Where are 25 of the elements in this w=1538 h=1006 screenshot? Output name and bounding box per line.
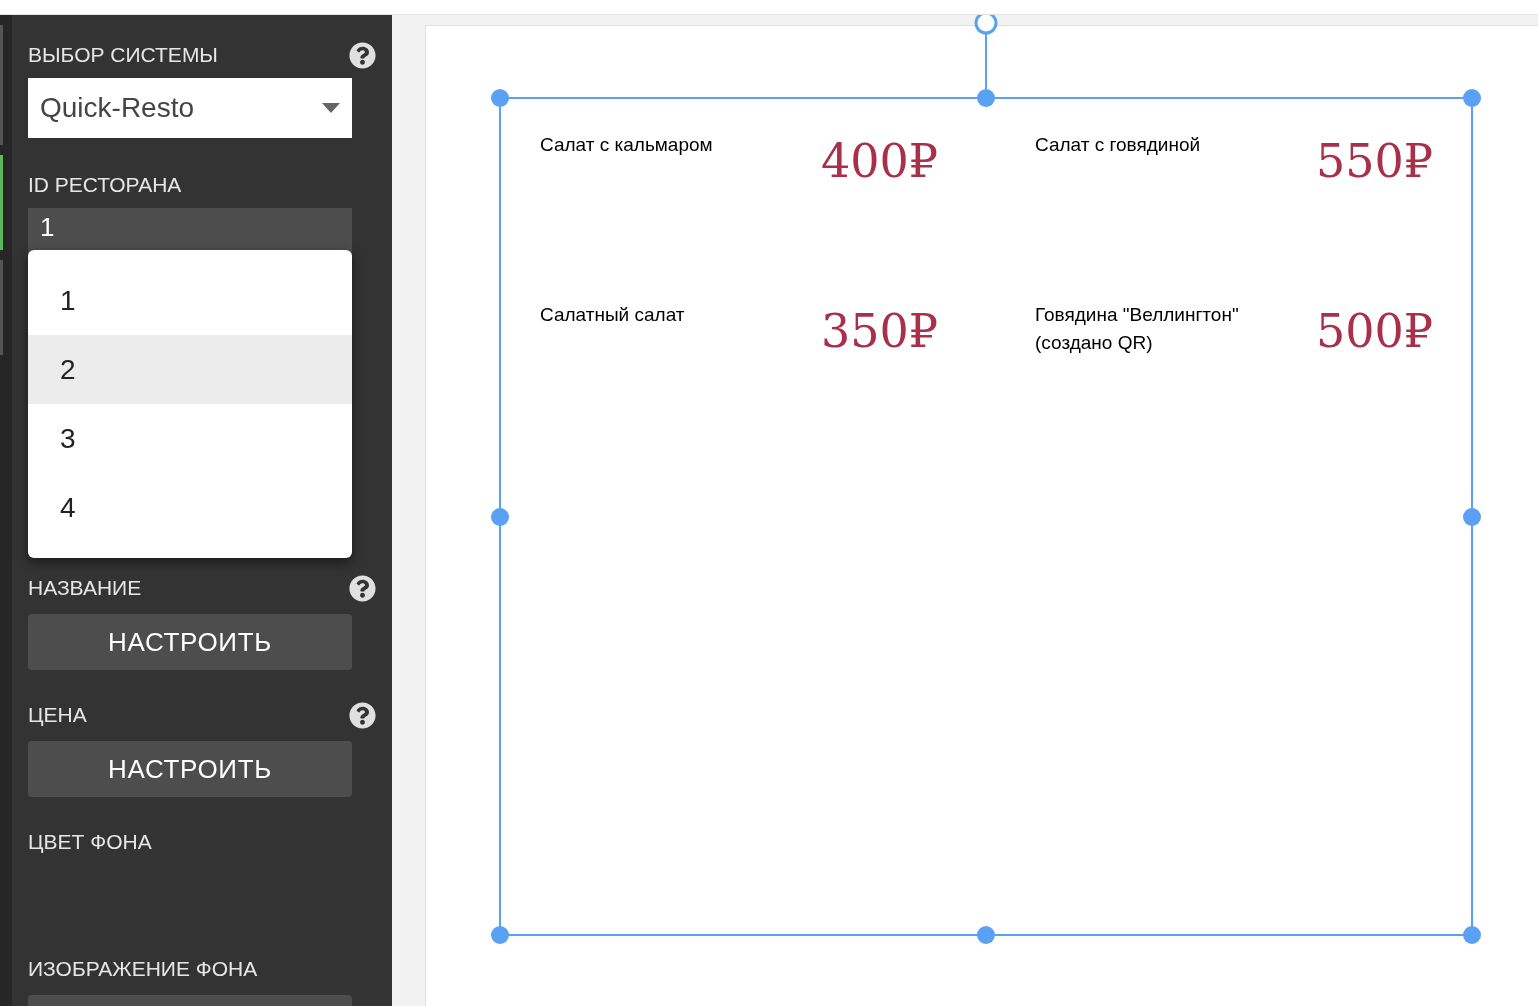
item-price: 400₽	[820, 133, 938, 190]
help-icon[interactable]	[349, 574, 376, 602]
configure-button[interactable]: НАСТРОИТЬ	[28, 614, 352, 670]
configure-button[interactable]: НАСТРОИТЬ	[28, 741, 352, 797]
item-price: 550₽	[1315, 133, 1433, 190]
system-select[interactable]: Quick-Resto	[28, 78, 352, 138]
item-name: Говядина "Веллингтон" (создано QR)	[1035, 303, 1240, 355]
help-icon[interactable]	[349, 701, 376, 729]
section-label: ВЫБОР СИСТЕМЫ	[28, 42, 218, 69]
section-label: ЦВЕТ ФОНА	[28, 829, 152, 856]
item-price: 500₽	[1315, 303, 1433, 360]
help-icon[interactable]	[349, 41, 376, 69]
item-name: Салатный салат	[540, 303, 686, 327]
dropdown-option[interactable]: 4	[28, 473, 352, 542]
section-label: ЦЕНА	[28, 702, 87, 729]
item-name: Салат с кальмаром	[540, 133, 714, 157]
item-name: Салат с говядиной	[1035, 133, 1202, 157]
caret-icon	[322, 103, 340, 113]
section-label: ИЗОБРАЖЕНИЕ ФОНА	[28, 956, 258, 983]
dropdown-option[interactable]: 3	[28, 404, 352, 473]
section-label: НАЗВАНИЕ	[28, 575, 142, 602]
section-label: ID РЕСТОРАНА	[28, 172, 182, 199]
dropdown-option[interactable]: 1	[28, 266, 352, 335]
dropdown-option[interactable]: 2	[28, 335, 352, 404]
item-price: 350₽	[820, 303, 938, 360]
